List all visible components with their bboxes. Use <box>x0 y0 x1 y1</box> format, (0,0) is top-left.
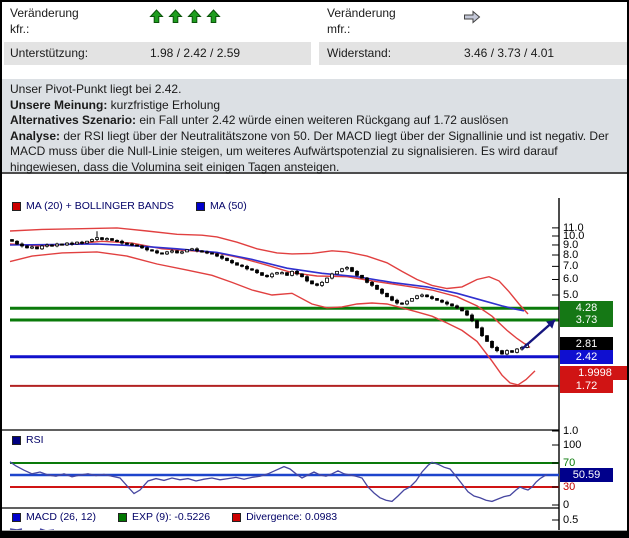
legend-label: MA (50) <box>210 200 247 212</box>
legend-swatch-icon <box>232 513 241 522</box>
legend-swatch-icon <box>12 202 21 211</box>
legend-label: Divergence: 0.0983 <box>246 511 337 523</box>
price-tick-8: 8.0 <box>563 249 578 261</box>
legend-swatch-icon <box>12 436 21 445</box>
macd-legend-item: MACD (26, 12) <box>12 511 96 523</box>
price-tick-1.0: 1.0 <box>563 425 578 437</box>
price-badge-3.73: 3.73 <box>560 313 613 327</box>
rsi-axis-label-30: 30 <box>563 481 575 493</box>
technical-analysis-widget: Veränderung kfr.: Veränderung mfr.: Unte… <box>0 0 629 538</box>
macd-legend-item: EXP (9): -0.5226 <box>118 511 210 523</box>
rsi-axis-label-0: 0 <box>563 499 569 511</box>
legend-label: EXP (9): -0.5226 <box>132 511 210 523</box>
price-badge-1.72: 1.72 <box>560 379 613 393</box>
rsi-legend: RSI <box>12 434 66 446</box>
main-chart-legend: MA (20) + BOLLINGER BANDS MA (50) <box>12 200 269 212</box>
price-tick-0.5: 0.5 <box>563 514 578 526</box>
price-badge-2.42: 2.42 <box>560 350 613 364</box>
legend-swatch-icon <box>12 513 21 522</box>
price-tick-5: 5.0 <box>563 289 578 301</box>
main-legend-item: MA (50) <box>196 200 247 212</box>
macd-legend: MACD (26, 12) EXP (9): -0.5226 Divergence:… <box>12 511 359 523</box>
rsi-value-badge: 50.59 <box>560 468 613 482</box>
legend-swatch-icon <box>196 202 205 211</box>
price-tick-6: 6.0 <box>563 273 578 285</box>
macd-legend-item: Divergence: 0.0983 <box>232 511 337 523</box>
legend-swatch-icon <box>118 513 127 522</box>
rsi-axis-label-100: 100 <box>563 439 581 451</box>
bottom-border <box>2 530 629 538</box>
legend-label: MACD (26, 12) <box>26 511 96 523</box>
chart-overlay: 1007030011.010.09.08.07.06.05.01.00.54.2… <box>2 2 629 538</box>
rsi-legend-item: RSI <box>12 434 44 446</box>
legend-label: MA (20) + BOLLINGER BANDS <box>26 200 174 212</box>
price-tick-7: 7.0 <box>563 260 578 272</box>
main-legend-item: MA (20) + BOLLINGER BANDS <box>12 200 174 212</box>
legend-label: RSI <box>26 434 44 446</box>
